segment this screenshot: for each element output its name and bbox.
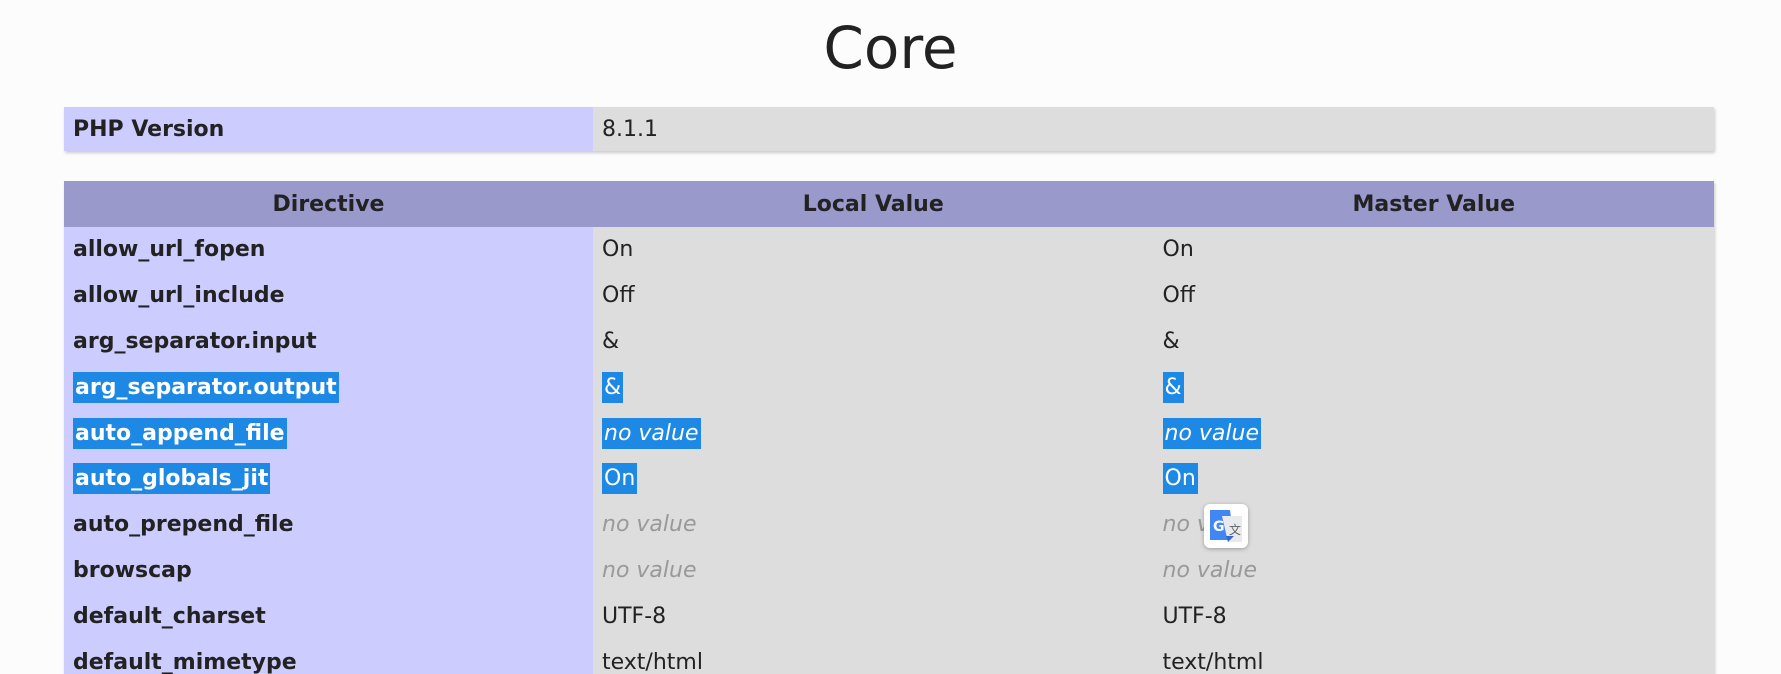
phpinfo-page: Core PHP Version 8.1.1 Directive Local V… xyxy=(0,0,1781,674)
table-row: auto_append_file no value no value xyxy=(64,410,1714,456)
master-value-cell: On xyxy=(1153,455,1714,502)
table-header-row: Directive Local Value Master Value xyxy=(64,181,1714,227)
master-value: no value xyxy=(1162,557,1258,583)
header-master-value: Master Value xyxy=(1153,181,1714,227)
svg-text:G: G xyxy=(1213,519,1225,535)
php-version-label: PHP Version xyxy=(64,107,593,151)
header-directive: Directive xyxy=(64,181,593,227)
table-row: arg_separator.input & & xyxy=(64,318,1714,365)
local-value-cell: no value xyxy=(593,547,1154,594)
section-title: Core xyxy=(823,14,958,82)
local-value: & xyxy=(593,318,1154,365)
google-translate-icon[interactable]: G 文 xyxy=(1204,504,1248,548)
local-value-cell: & xyxy=(593,364,1154,411)
master-value: no value xyxy=(1164,420,1260,446)
core-directives-table: Directive Local Value Master Value allow… xyxy=(64,181,1714,674)
table-row: arg_separator.output & & xyxy=(64,364,1714,411)
master-value: & xyxy=(1153,318,1714,365)
directive-name-cell: auto_globals_jit xyxy=(64,455,593,502)
directive-name: auto_globals_jit xyxy=(73,463,271,495)
directive-name: default_charset xyxy=(64,593,593,640)
directive-name: browscap xyxy=(64,547,593,594)
local-value-cell: no value xyxy=(593,501,1154,548)
directive-name: auto_append_file xyxy=(73,417,287,449)
local-value-cell: On xyxy=(593,455,1154,502)
master-value-cell: no value xyxy=(1153,410,1714,456)
table-row: auto_globals_jit On On xyxy=(64,455,1714,502)
local-value: On xyxy=(602,463,638,495)
local-value: Off xyxy=(593,272,1154,319)
directive-name-cell: auto_append_file xyxy=(64,410,593,456)
table-row: browscap no value no value xyxy=(64,547,1714,594)
master-value-cell: no value xyxy=(1153,547,1714,594)
directive-name-cell: arg_separator.output xyxy=(64,364,593,411)
local-value: UTF-8 xyxy=(593,593,1154,640)
svg-text:文: 文 xyxy=(1229,522,1241,537)
table-row: default_charset UTF-8 UTF-8 xyxy=(64,593,1714,640)
local-value: no value xyxy=(602,512,697,538)
php-version-row: PHP Version 8.1.1 xyxy=(64,107,1714,151)
local-value: & xyxy=(602,371,624,403)
table-row: allow_url_include Off Off xyxy=(64,272,1714,319)
directive-name: allow_url_fopen xyxy=(64,227,593,273)
header-local-value: Local Value xyxy=(593,181,1154,227)
directive-name: auto_prepend_file xyxy=(64,501,593,548)
master-value: text/html xyxy=(1153,639,1714,674)
directive-name: default_mimetype xyxy=(64,639,593,674)
local-value: no value xyxy=(604,420,699,446)
table-row: allow_url_fopen On On xyxy=(64,227,1714,273)
directive-name: allow_url_include xyxy=(64,272,593,319)
master-value: UTF-8 xyxy=(1153,593,1714,640)
table-row: default_mimetype text/html text/html xyxy=(64,639,1714,674)
directive-name: arg_separator.output xyxy=(73,371,339,403)
local-value: On xyxy=(593,227,1154,273)
directive-name: arg_separator.input xyxy=(64,318,593,365)
master-value: On xyxy=(1162,463,1198,495)
google-translate-glyph: G 文 xyxy=(1210,510,1242,542)
php-version-value: 8.1.1 xyxy=(593,107,1714,151)
master-value: no v xyxy=(1162,512,1210,538)
master-value: On xyxy=(1153,227,1714,273)
table-row: auto_prepend_file no value no v xyxy=(64,501,1714,548)
local-value: no value xyxy=(602,557,697,583)
master-value: & xyxy=(1162,371,1184,403)
local-value: text/html xyxy=(593,639,1154,674)
php-version-table: PHP Version 8.1.1 xyxy=(64,107,1714,151)
master-value: Off xyxy=(1153,272,1714,319)
master-value-cell: & xyxy=(1153,364,1714,411)
local-value-cell: no value xyxy=(593,410,1154,456)
